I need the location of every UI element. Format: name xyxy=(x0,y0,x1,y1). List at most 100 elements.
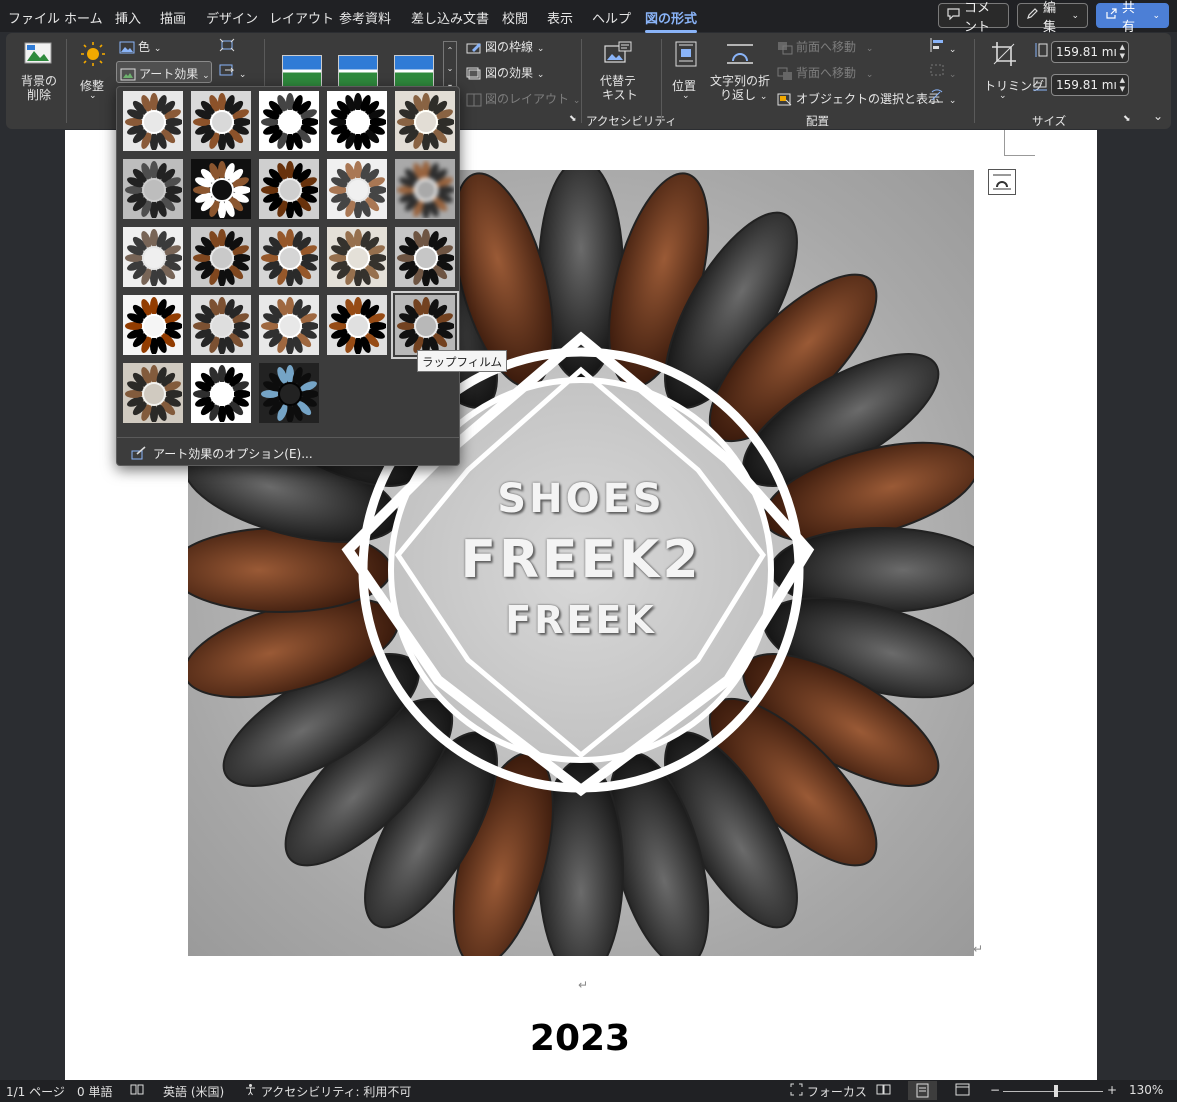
art-effect-thumbnail[interactable] xyxy=(259,91,319,151)
color-button[interactable]: 色 ⌄ xyxy=(119,38,161,55)
picture-style-2[interactable] xyxy=(338,55,378,87)
tab-home[interactable]: ホーム xyxy=(64,8,103,27)
art-effect-thumbnail[interactable] xyxy=(123,227,183,287)
art-effect-thumbnail[interactable] xyxy=(391,291,459,359)
tab-picture-format[interactable]: 図の形式 xyxy=(645,8,698,33)
logo-line-freek: FREEK xyxy=(505,598,657,642)
preview-emblem xyxy=(142,110,166,134)
preview-emblem xyxy=(210,110,234,134)
focus-mode[interactable]: フォーカス xyxy=(790,1083,867,1100)
effect-preview xyxy=(329,229,386,286)
spinner-arrows[interactable]: ▲ ▼ xyxy=(1120,43,1125,61)
send-backward-button[interactable]: 背面へ移動 ⌄ xyxy=(777,64,873,81)
spinner-arrows[interactable]: ▲ ▼ xyxy=(1120,76,1125,94)
art-effect-thumbnail[interactable] xyxy=(327,159,387,219)
art-effect-thumbnail[interactable] xyxy=(123,91,183,151)
effect-preview xyxy=(397,93,454,150)
share-button[interactable]: 共有 ⌄ xyxy=(1096,1,1169,35)
read-mode-icon[interactable] xyxy=(876,1083,891,1099)
art-effect-thumbnail[interactable] xyxy=(191,295,251,355)
art-effect-thumbnail[interactable] xyxy=(191,363,251,423)
art-effect-thumbnail[interactable] xyxy=(259,159,319,219)
art-effect-thumbnail[interactable] xyxy=(327,227,387,287)
tab-mailings[interactable]: 差し込み文書 xyxy=(411,8,489,27)
width-icon xyxy=(1032,76,1048,95)
effect-preview xyxy=(193,365,250,422)
collapse-ribbon-icon[interactable]: ⌄ xyxy=(1153,109,1163,123)
compress-pictures-icon[interactable] xyxy=(219,38,235,55)
separator xyxy=(974,39,975,123)
zoom-out-button[interactable]: − xyxy=(990,1083,1000,1097)
dialog-launcher-icon[interactable]: ⬊ xyxy=(1123,114,1131,124)
tab-view[interactable]: 表示 xyxy=(547,8,573,27)
picture-border-button[interactable]: 図の枠線 ⌄ xyxy=(466,38,544,55)
art-effect-thumbnail[interactable] xyxy=(123,363,183,423)
corrections-button[interactable]: 修整 ⌄ xyxy=(76,39,110,105)
year-text[interactable]: 2023 xyxy=(480,1018,680,1059)
selection-pane-button[interactable]: オブジェクトの選択と表示 xyxy=(777,90,940,107)
art-effects-button[interactable]: アート効果 ⌄ xyxy=(116,61,212,83)
layout-options-icon xyxy=(993,174,1011,190)
height-input[interactable]: 159.81 mı ▲ ▼ xyxy=(1051,41,1129,63)
art-effects-label: アート効果 xyxy=(139,67,199,81)
tab-layout[interactable]: レイアウト xyxy=(269,8,334,27)
web-layout-icon[interactable] xyxy=(955,1083,970,1099)
wrap-text-button[interactable]: 文字列の折 り返し ⌄ xyxy=(708,39,772,105)
art-effect-thumbnail[interactable] xyxy=(259,227,319,287)
art-effect-thumbnail[interactable] xyxy=(191,159,251,219)
edit-mode-button[interactable]: 編集 ⌄ xyxy=(1017,1,1088,35)
separator xyxy=(661,39,662,123)
tab-review[interactable]: 校閲 xyxy=(502,8,528,27)
bring-forward-button[interactable]: 前面へ移動 ⌄ xyxy=(777,38,873,55)
change-picture-icon[interactable]: ⌄ xyxy=(219,63,246,80)
art-effect-thumbnail[interactable] xyxy=(259,295,319,355)
proofing-icon[interactable] xyxy=(130,1083,144,1099)
zoom-in-button[interactable]: + xyxy=(1107,1083,1117,1097)
art-effect-thumbnail[interactable] xyxy=(327,295,387,355)
tab-file[interactable]: ファイル xyxy=(8,8,60,27)
zoom-level[interactable]: 130% xyxy=(1129,1083,1163,1097)
chevron-down-icon: ⌄ xyxy=(682,91,690,101)
picture-border-label: 図の枠線 xyxy=(485,40,534,54)
word-count[interactable]: 0 単語 xyxy=(77,1083,112,1100)
zoom-slider-thumb[interactable] xyxy=(1054,1085,1058,1097)
picture-layout-button[interactable]: 図のレイアウト ⌄ xyxy=(466,90,580,107)
art-effect-thumbnail[interactable] xyxy=(327,91,387,151)
tab-insert[interactable]: 挿入 xyxy=(115,8,141,27)
accessibility-status[interactable]: アクセシビリティ: 利用不可 xyxy=(244,1083,411,1100)
dialog-launcher-icon[interactable]: ⬊ xyxy=(569,114,577,124)
preview-emblem xyxy=(414,110,438,134)
page-count[interactable]: 1/1 ページ xyxy=(6,1083,65,1100)
zoom-slider-track[interactable] xyxy=(1003,1091,1103,1092)
art-effect-thumbnail[interactable] xyxy=(191,227,251,287)
picture-style-3[interactable] xyxy=(394,55,434,87)
art-effect-thumbnail[interactable] xyxy=(123,159,183,219)
layout-options-button[interactable] xyxy=(988,169,1016,195)
art-effect-thumbnail[interactable] xyxy=(259,363,319,423)
tab-help[interactable]: ヘルプ xyxy=(592,8,631,27)
language-status[interactable]: 英語 (米国) xyxy=(163,1083,224,1100)
remove-background-label-2: 削除 xyxy=(27,88,52,102)
width-input[interactable]: 159.81 mı ▲ ▼ xyxy=(1051,74,1129,96)
art-effect-thumbnail[interactable] xyxy=(191,91,251,151)
align-icon[interactable]: ⌄ xyxy=(929,38,956,55)
group-icon[interactable]: ⌄ xyxy=(929,63,956,80)
tab-design[interactable]: デザイン xyxy=(206,8,258,27)
remove-background-button[interactable]: 背景の 削除 xyxy=(19,39,57,105)
art-effect-thumbnail[interactable] xyxy=(395,159,455,219)
rotate-icon[interactable]: ⌄ xyxy=(929,89,956,106)
comment-button[interactable]: コメント xyxy=(938,1,1009,35)
picture-style-1[interactable] xyxy=(282,55,322,87)
tab-draw[interactable]: 描画 xyxy=(160,8,186,27)
position-button[interactable]: 位置 ⌄ xyxy=(670,39,702,105)
tab-references[interactable]: 参考資料 xyxy=(339,8,391,27)
print-layout-icon[interactable] xyxy=(908,1081,937,1100)
art-effect-thumbnail[interactable] xyxy=(123,295,183,355)
art-effect-thumbnail[interactable] xyxy=(395,227,455,287)
art-effect-thumbnail[interactable] xyxy=(395,91,455,151)
art-effects-options-item[interactable]: アート効果のオプション(E)... xyxy=(117,437,459,465)
crop-button[interactable]: トリミング ⌄ xyxy=(982,39,1044,105)
picture-effects-button[interactable]: 図の効果 ⌄ xyxy=(466,64,544,81)
alt-text-button[interactable]: 代替テ キスト xyxy=(596,39,640,105)
effect-preview xyxy=(261,365,318,422)
